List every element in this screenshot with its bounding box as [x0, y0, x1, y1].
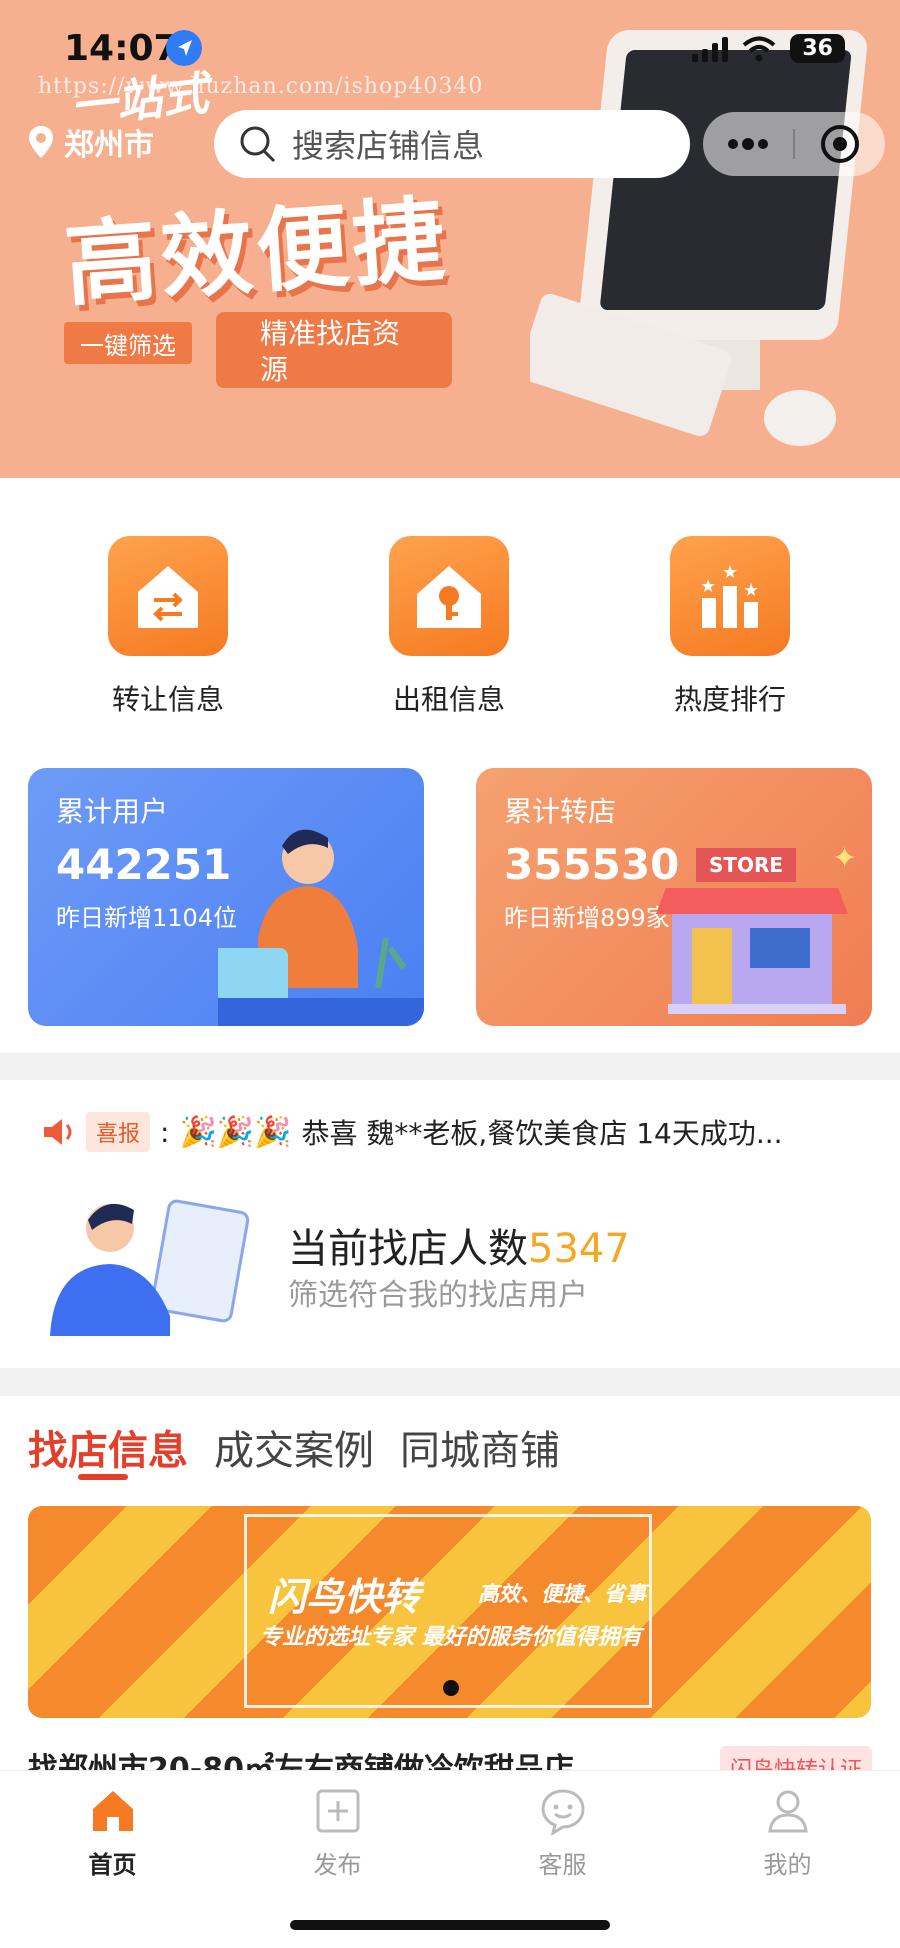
more-menu-icon[interactable] — [703, 112, 793, 176]
wifi-icon — [743, 36, 776, 61]
location-pin-icon — [29, 126, 53, 158]
news-colon: : — [160, 1115, 170, 1149]
quick-action-ranking[interactable]: ★ ★ ★ 热度排行 — [630, 536, 830, 718]
person-icon — [767, 1790, 808, 1833]
home-icon — [92, 1791, 133, 1831]
plus-square-icon — [316, 1789, 359, 1833]
search-placeholder: 搜索店铺信息 — [292, 127, 485, 165]
hero-banner[interactable]: 14:07 36 一站式 https://www.huzhan.com/isho… — [0, 0, 900, 478]
store-illustration: STORE ✦ — [656, 841, 857, 1014]
stat-card-stores[interactable]: 累计转店 355530 昨日新增899家 STORE ✦ — [476, 768, 872, 1026]
stat-sub: 昨日新增1104位 — [56, 904, 238, 932]
tab-find-store[interactable]: 找店信息 — [28, 1418, 188, 1476]
quick-action-transfer[interactable]: 转让信息 — [68, 536, 268, 718]
status-icons: 36 — [692, 34, 845, 63]
house-key-icon — [389, 536, 509, 656]
nav-label: 首页 — [88, 1851, 137, 1879]
user-laptop-illustration — [218, 829, 424, 1026]
quick-action-label: 出租信息 — [392, 683, 505, 716]
news-ticker[interactable]: 喜报 : 🎉🎉🎉 恭喜 魏**老板,餐饮美食店 14天成功... — [40, 1112, 783, 1152]
svg-text:★: ★ — [722, 562, 738, 583]
carousel-dot[interactable] — [443, 1680, 459, 1696]
promo-slogan: 专业的选址专家 最好的服务你值得拥有 — [260, 1625, 642, 1650]
close-target-icon[interactable] — [795, 112, 885, 176]
stat-value: 442251 — [56, 840, 232, 889]
quick-action-label: 热度排行 — [673, 683, 786, 716]
hero-chip-filter: 一键筛选 — [64, 322, 192, 364]
finder-subtitle: 筛选符合我的找店用户 — [288, 1278, 588, 1313]
battery-level: 36 — [790, 34, 845, 63]
nav-publish[interactable]: 发布 — [225, 1787, 450, 1880]
quick-action-rent[interactable]: 出租信息 — [349, 536, 549, 718]
svg-text:★: ★ — [743, 580, 759, 601]
cellular-signal-icon — [692, 36, 729, 62]
watermark: https://www.huzhan.com/ishop40340 — [38, 74, 484, 99]
finder-title[interactable]: 当前找店人数5347 — [288, 1216, 630, 1274]
news-text: 恭喜 魏**老板,餐饮美食店 14天成功... — [301, 1117, 783, 1150]
home-indicator — [290, 1920, 610, 1930]
nav-service[interactable]: 客服 — [450, 1787, 675, 1880]
hero-title: 高效便捷 — [61, 185, 452, 320]
finder-title-prefix: 当前找店人数 — [288, 1226, 528, 1272]
speaker-icon — [44, 1119, 72, 1145]
house-transfer-icon — [108, 536, 228, 656]
promo-brand: 闪鸟快转 — [268, 1575, 421, 1619]
tab-bar: 找店信息 成交案例 同城商铺 — [28, 1418, 560, 1476]
city-name: 郑州市 — [64, 128, 154, 163]
tab-deal-cases[interactable]: 成交案例 — [214, 1418, 374, 1476]
news-badge: 喜报 — [86, 1112, 151, 1152]
monitor-illustration — [530, 30, 867, 446]
party-popper-icon: 🎉🎉🎉 — [179, 1114, 292, 1150]
tab-local-shops[interactable]: 同城商铺 — [400, 1418, 560, 1476]
promo-tagline: 高效、便捷、省事 — [478, 1582, 646, 1606]
nav-label: 发布 — [313, 1851, 362, 1879]
quick-action-label: 转让信息 — [111, 683, 224, 716]
store-sign-text: STORE — [709, 853, 783, 877]
nav-label: 我的 — [763, 1851, 812, 1879]
tab-active-indicator — [78, 1474, 128, 1480]
search-input[interactable]: 搜索店铺信息 — [214, 110, 690, 178]
city-selector[interactable]: 郑州市 — [28, 120, 154, 164]
svg-text:★: ★ — [700, 576, 716, 597]
search-icon — [240, 126, 276, 163]
finder-illustration — [50, 1199, 250, 1336]
hero-chip-precise: 精准找店资源 — [216, 312, 452, 388]
ranking-stars-icon: ★ ★ ★ — [670, 536, 790, 656]
svg-text:✦: ✦ — [832, 841, 857, 876]
nav-label: 客服 — [538, 1851, 587, 1879]
nav-mine[interactable]: 我的 — [675, 1787, 900, 1880]
finder-count: 5347 — [528, 1226, 630, 1272]
smile-chat-icon — [540, 1789, 585, 1837]
stat-title: 累计转店 — [504, 795, 617, 828]
miniprogram-capsule — [703, 112, 885, 176]
nav-home[interactable]: 首页 — [0, 1787, 225, 1880]
stat-card-users[interactable]: 累计用户 442251 昨日新增1104位 — [28, 768, 424, 1026]
promo-banner[interactable]: 闪鸟快转 高效、便捷、省事 专业的选址专家 最好的服务你值得拥有 — [28, 1506, 871, 1718]
stat-title: 累计用户 — [56, 795, 169, 828]
